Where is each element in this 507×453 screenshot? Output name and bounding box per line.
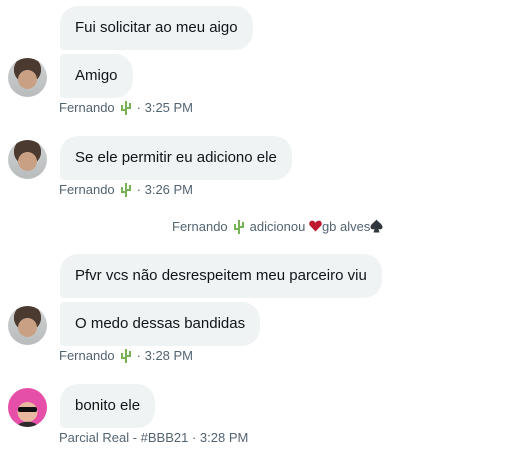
avatar-fernando[interactable]	[8, 58, 47, 97]
message-bubble[interactable]: Fui solicitar ao meu aigo	[60, 6, 253, 50]
sender-name[interactable]: Parcial Real - #BBB21	[59, 430, 188, 445]
system-target[interactable]: gb alves	[322, 219, 370, 234]
cactus-emoji-icon	[120, 183, 131, 197]
message-bubble[interactable]: O medo dessas bandidas	[60, 302, 261, 346]
message-meta: Parcial Real - #BBB21 · 3:28 PM	[59, 430, 248, 446]
system-action: adicionou	[249, 219, 306, 234]
message-bubble[interactable]: Se ele permitir eu adiciono ele	[60, 136, 292, 180]
message-time: · 3:28 PM	[191, 430, 249, 445]
message-bubble[interactable]: Pfvr vcs não desrespeitem meu parceiro v…	[60, 254, 382, 298]
system-event: Fernando adicionou gb alves	[172, 219, 383, 235]
avatar-fernando[interactable]	[8, 140, 47, 179]
message-text: bonito ele	[75, 397, 141, 414]
message-bubble[interactable]: bonito ele	[60, 384, 156, 428]
sender-name[interactable]: Fernando	[59, 182, 115, 197]
message-meta: Fernando · 3:26 PM	[59, 182, 193, 198]
message-text: Pfvr vcs não desrespeitem meu parceiro v…	[75, 267, 367, 284]
avatar-fernando[interactable]	[8, 306, 47, 345]
cactus-emoji-icon	[233, 220, 244, 234]
cactus-emoji-icon	[120, 349, 131, 363]
cactus-emoji-icon	[120, 101, 131, 115]
message-text: Fui solicitar ao meu aigo	[75, 19, 238, 36]
avatar-parcial-real[interactable]	[8, 388, 47, 427]
message-meta: Fernando · 3:25 PM	[59, 100, 193, 116]
message-bubble[interactable]: Amigo	[60, 54, 133, 98]
message-text: Amigo	[75, 67, 118, 84]
spade-suit-icon	[370, 219, 383, 233]
message-time: · 3:25 PM	[136, 100, 194, 115]
sender-name[interactable]: Fernando	[59, 348, 115, 363]
sender-name[interactable]: Fernando	[59, 100, 115, 115]
heart-suit-icon	[309, 220, 322, 232]
system-actor[interactable]: Fernando	[172, 219, 228, 234]
message-meta: Fernando · 3:28 PM	[59, 348, 193, 364]
message-text: O medo dessas bandidas	[75, 315, 246, 332]
message-text: Se ele permitir eu adiciono ele	[75, 149, 277, 166]
message-time: · 3:26 PM	[136, 182, 194, 197]
message-time: · 3:28 PM	[136, 348, 194, 363]
avatar-image	[17, 402, 38, 427]
